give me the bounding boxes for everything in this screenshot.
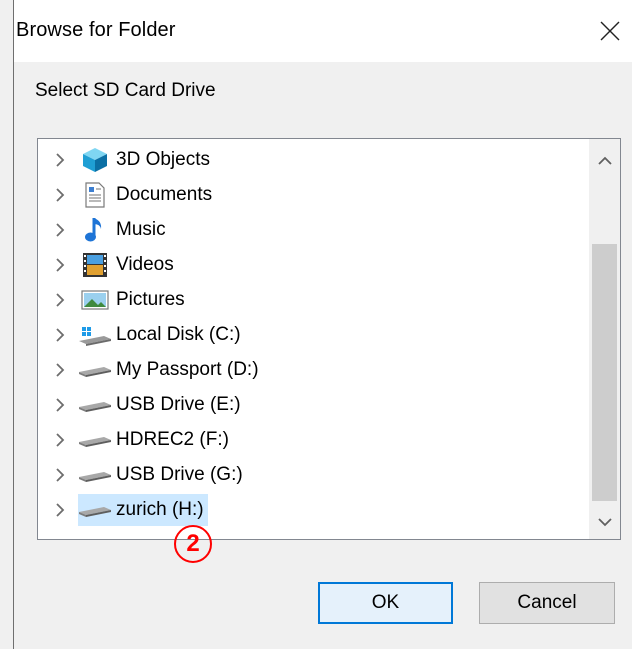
tree-item-label: zurich (H:) [116, 499, 204, 520]
title-bar: Browse for Folder [14, 0, 632, 62]
tree-item-label: Pictures [116, 289, 185, 310]
chevron-right-icon [55, 258, 64, 272]
tree-row[interactable]: Music [38, 213, 589, 247]
drive-icon [78, 459, 112, 491]
chevron-right-icon [55, 223, 64, 237]
vertical-scrollbar[interactable] [589, 139, 620, 539]
tree-row[interactable]: 3D Objects [38, 143, 589, 177]
chevron-right-icon [55, 293, 64, 307]
chevron-right-icon [55, 468, 64, 482]
dialog-instruction: Select SD Card Drive [35, 80, 216, 101]
expand-chevron[interactable] [53, 248, 67, 282]
tree-row[interactable]: Local Disk (C:) [38, 318, 589, 352]
drive-icon [78, 494, 112, 526]
tree-item[interactable]: USB Drive (G:) [78, 459, 247, 491]
close-icon [600, 21, 620, 41]
tree-row[interactable]: Documents [38, 178, 589, 212]
tree-row-selected[interactable]: zurich (H:) [38, 493, 589, 527]
folder-tree: 3D Objects Documents Music Videos Pictur… [38, 139, 589, 539]
tree-item-selected[interactable]: zurich (H:) [78, 494, 208, 526]
tree-row[interactable]: HDREC2 (F:) [38, 423, 589, 457]
tree-item-label: Music [116, 219, 166, 240]
tree-item-label: Videos [116, 254, 174, 275]
tree-item[interactable]: Videos [78, 249, 178, 281]
folder-tree-view[interactable]: 3D Objects Documents Music Videos Pictur… [37, 138, 621, 540]
browse-for-folder-dialog: Browse for Folder Select SD Card Drive 3… [13, 0, 632, 649]
tree-row[interactable]: Pictures [38, 283, 589, 317]
expand-chevron[interactable] [53, 178, 67, 212]
expand-chevron[interactable] [53, 213, 67, 247]
drive-icon [78, 424, 112, 456]
chevron-up-icon [597, 156, 612, 165]
expand-chevron[interactable] [53, 318, 67, 352]
expand-chevron[interactable] [53, 423, 67, 457]
tree-row[interactable]: Videos [38, 248, 589, 282]
tree-item[interactable]: Music [78, 214, 170, 246]
tree-item-label: USB Drive (E:) [116, 394, 241, 415]
tree-item-label: Local Disk (C:) [116, 324, 241, 345]
chevron-right-icon [55, 433, 64, 447]
expand-chevron[interactable] [53, 388, 67, 422]
expand-chevron[interactable] [53, 353, 67, 387]
tree-item[interactable]: 3D Objects [78, 144, 214, 176]
tree-item[interactable]: Documents [78, 179, 216, 211]
tree-item-label: Documents [116, 184, 213, 205]
chevron-right-icon [55, 153, 64, 167]
expand-chevron[interactable] [53, 493, 67, 527]
music-icon [78, 214, 112, 246]
tree-item-label: My Passport (D:) [116, 359, 259, 380]
ok-button[interactable]: OK [318, 582, 453, 624]
documents-icon [78, 179, 112, 211]
chevron-right-icon [55, 188, 64, 202]
tree-row[interactable]: My Passport (D:) [38, 353, 589, 387]
tree-item[interactable]: Local Disk (C:) [78, 319, 245, 351]
chevron-right-icon [55, 398, 64, 412]
drive-icon [78, 389, 112, 421]
tree-item[interactable]: My Passport (D:) [78, 354, 263, 386]
cancel-button[interactable]: Cancel [479, 582, 615, 624]
expand-chevron[interactable] [53, 283, 67, 317]
close-button[interactable] [587, 0, 632, 62]
tree-row[interactable]: USB Drive (E:) [38, 388, 589, 422]
tree-item[interactable]: Pictures [78, 284, 189, 316]
chevron-right-icon [55, 363, 64, 377]
chevron-right-icon [55, 328, 64, 342]
tree-item-label: 3D Objects [116, 149, 210, 170]
pictures-icon [78, 284, 112, 316]
local-disk-icon [78, 319, 112, 351]
step-marker-annotation: 2 [174, 525, 212, 563]
expand-chevron[interactable] [53, 143, 67, 177]
tree-item[interactable]: USB Drive (E:) [78, 389, 245, 421]
chevron-right-icon [55, 503, 64, 517]
dialog-title: Browse for Folder [16, 19, 176, 41]
scroll-up-button[interactable] [589, 143, 620, 177]
scroll-down-button[interactable] [589, 505, 620, 539]
scrollbar-thumb[interactable] [592, 244, 617, 501]
chevron-down-icon [597, 517, 612, 526]
tree-item-label: HDREC2 (F:) [116, 429, 229, 450]
drive-icon [78, 354, 112, 386]
tree-item-label: USB Drive (G:) [116, 464, 243, 485]
tree-item[interactable]: HDREC2 (F:) [78, 424, 233, 456]
3d-objects-icon [78, 144, 112, 176]
videos-icon [78, 249, 112, 281]
tree-row[interactable]: USB Drive (G:) [38, 458, 589, 492]
expand-chevron[interactable] [53, 458, 67, 492]
